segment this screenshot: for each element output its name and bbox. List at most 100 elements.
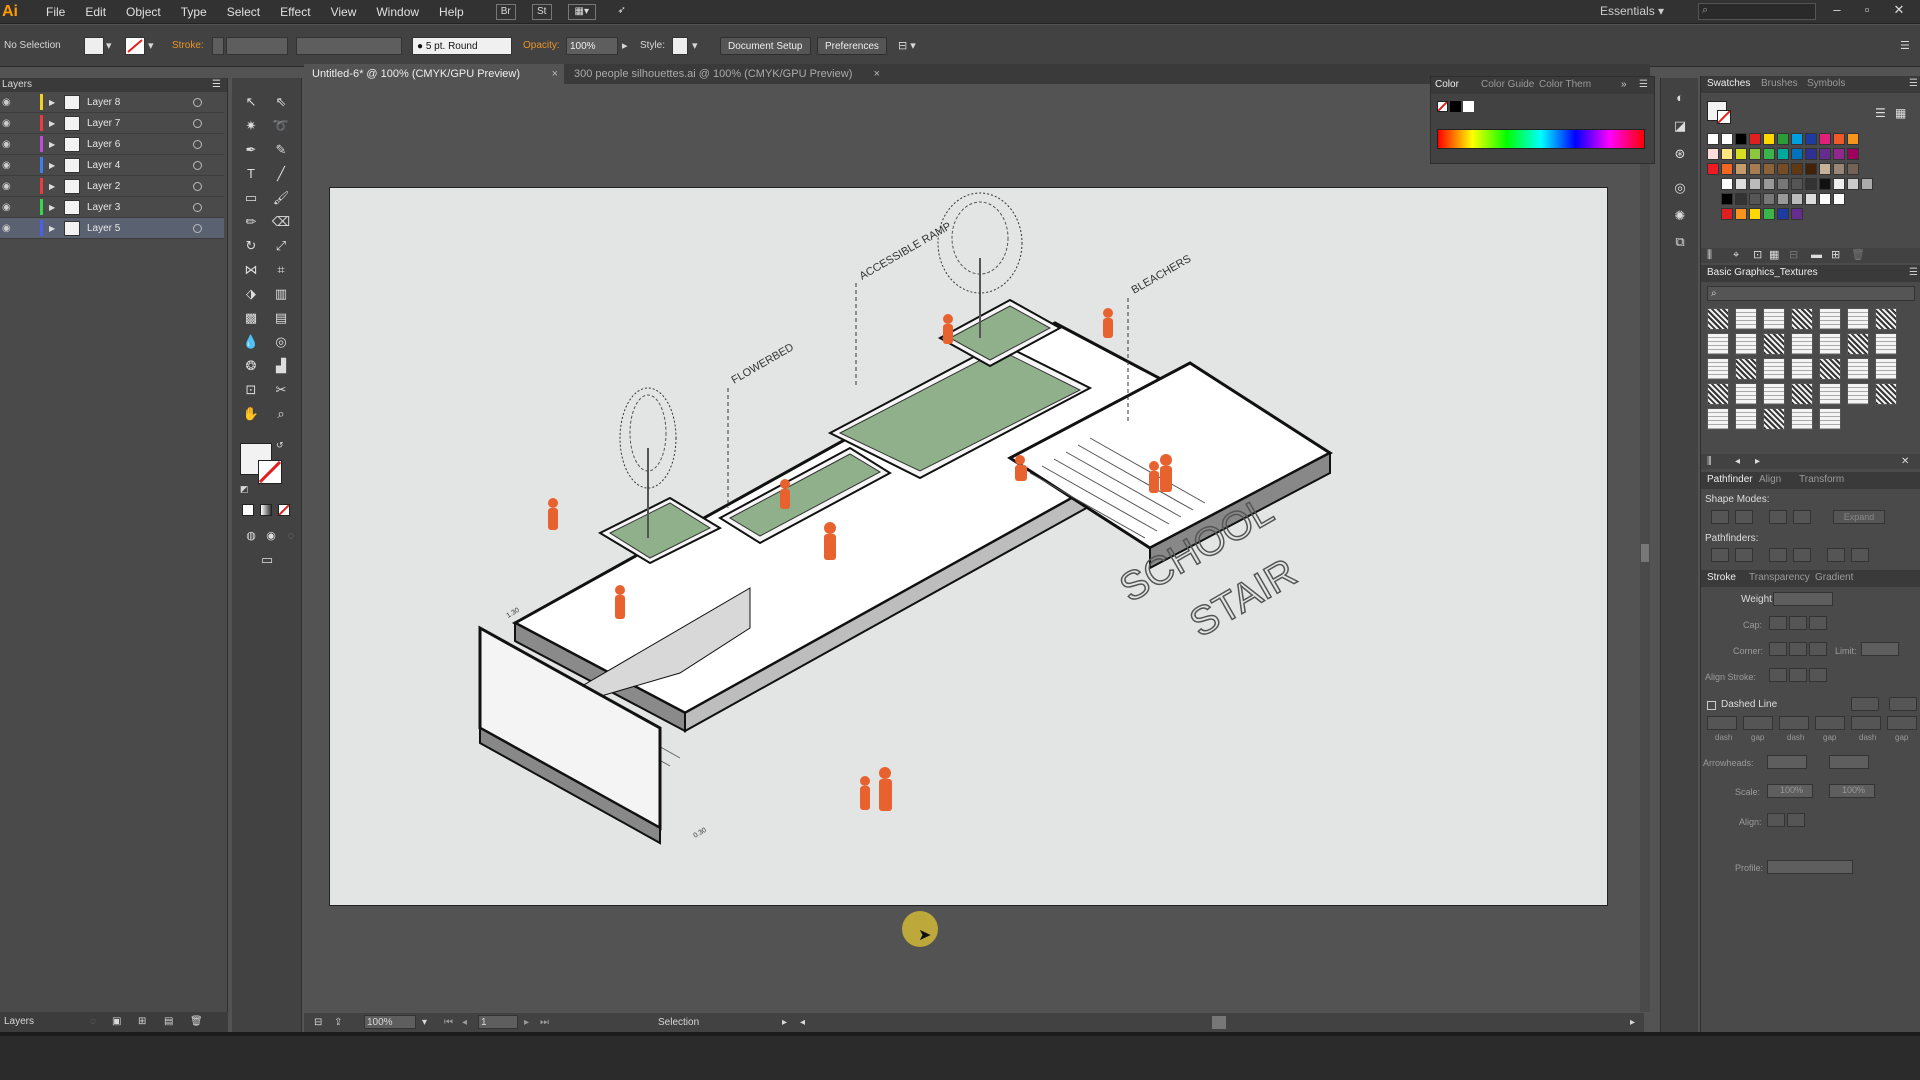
label-bleachers[interactable]: BLEACHERS [1130, 253, 1194, 297]
layer-row[interactable]: ◉ ▶ Layer 2 [0, 176, 224, 197]
locate-object-icon[interactable]: ◌ [90, 1012, 96, 1032]
delete-swatch-icon[interactable]: 🗑 [1851, 248, 1865, 263]
align-dashes-button[interactable] [1889, 697, 1917, 711]
control-menu-icon[interactable]: ☰ [1900, 37, 1910, 55]
prev-library-icon[interactable]: ◂ [1735, 454, 1740, 469]
layer-name[interactable]: Layer 5 [87, 218, 120, 239]
color-swatch[interactable] [1777, 163, 1789, 175]
expand-triangle-icon[interactable]: ▶ [49, 218, 55, 239]
color-swatch[interactable] [1833, 133, 1845, 145]
menu-select[interactable]: Select [217, 5, 270, 19]
tab-pathfinder[interactable]: Pathfinder [1707, 474, 1753, 485]
expand-triangle-icon[interactable]: ▶ [49, 92, 55, 113]
color-swatch[interactable] [1735, 148, 1747, 160]
bridge-button[interactable]: Br [495, 3, 516, 20]
scroll-right-icon[interactable]: ▸ [1630, 1013, 1635, 1032]
color-swatch[interactable] [1763, 163, 1775, 175]
layer-target-icon[interactable] [193, 98, 202, 107]
gradient-tool-icon[interactable]: ▤ [270, 308, 292, 328]
scroll-left-icon[interactable]: ◂ [800, 1013, 805, 1032]
menu-effect[interactable]: Effect [270, 5, 320, 19]
tab-transparency[interactable]: Transparency [1749, 572, 1810, 583]
texture-swatch[interactable] [1735, 358, 1757, 380]
color-swatch[interactable] [1749, 178, 1761, 190]
curvature-tool-icon[interactable]: ✎ [270, 140, 292, 160]
width-profile-select[interactable] [1767, 860, 1853, 874]
layer-row[interactable]: ◉ ▶ Layer 5 [0, 218, 224, 239]
color-swatch[interactable] [1707, 163, 1719, 175]
texture-swatch[interactable] [1735, 333, 1757, 355]
color-swatch[interactable] [1805, 163, 1817, 175]
texture-swatch[interactable] [1763, 308, 1785, 330]
texture-swatch[interactable] [1819, 383, 1841, 405]
prev-artboard-icon[interactable]: ◂ [462, 1013, 467, 1032]
expand-triangle-icon[interactable]: ▶ [49, 134, 55, 155]
visibility-eye-icon[interactable]: ◉ [2, 155, 11, 176]
texture-swatch[interactable] [1847, 383, 1869, 405]
layer-target-icon[interactable] [193, 182, 202, 191]
person-silhouette[interactable] [1149, 461, 1159, 493]
color-swatch[interactable] [1749, 208, 1761, 220]
texture-swatch[interactable] [1791, 308, 1813, 330]
preferences-button[interactable]: Preferences [817, 37, 887, 55]
blend-tool-icon[interactable]: ◎ [270, 332, 292, 352]
color-spectrum-bar[interactable] [1437, 129, 1645, 149]
color-swatch[interactable] [1721, 193, 1733, 205]
appearance-icon[interactable]: ◎ [1669, 178, 1691, 198]
color-swatch[interactable] [1847, 178, 1859, 190]
new-swatch-icon[interactable]: ⊞ [1831, 248, 1840, 263]
library-menu-icon[interactable]: ☰ [1909, 267, 1918, 278]
color-swatch[interactable] [1847, 133, 1859, 145]
round-cap-button[interactable] [1789, 616, 1807, 630]
color-swatch[interactable] [1805, 193, 1817, 205]
share-icon[interactable]: ⇪ [334, 1013, 342, 1032]
texture-swatch[interactable] [1763, 358, 1785, 380]
person-silhouette[interactable] [548, 498, 558, 530]
texture-swatch[interactable] [1791, 408, 1813, 430]
texture-swatch[interactable] [1875, 333, 1897, 355]
color-swatch[interactable] [1805, 133, 1817, 145]
color-swatch[interactable] [1819, 148, 1831, 160]
color-swatch[interactable] [1735, 133, 1747, 145]
make-clipping-mask-icon[interactable]: ▣ [112, 1012, 121, 1032]
close-tab-icon[interactable]: × [874, 64, 880, 84]
stroke-weight-input[interactable] [1773, 592, 1833, 606]
color-swatch[interactable] [1805, 148, 1817, 160]
texture-swatch[interactable] [1875, 383, 1897, 405]
texture-swatch[interactable] [1707, 408, 1729, 430]
horizontal-scroll-thumb[interactable] [1212, 1016, 1226, 1029]
layer-name[interactable]: Layer 2 [87, 176, 120, 197]
color-guide-icon[interactable]: ◪ [1669, 116, 1691, 136]
texture-swatch[interactable] [1819, 333, 1841, 355]
default-fill-stroke-icon[interactable]: ◩ [240, 484, 249, 495]
arrange-documents-icon[interactable]: ▦▾ [567, 3, 596, 20]
tab-color-themes[interactable]: Color Them [1539, 79, 1591, 90]
texture-swatch[interactable] [1707, 383, 1729, 405]
swap-fill-stroke-icon[interactable]: ↺ [276, 440, 284, 451]
menu-help[interactable]: Help [429, 5, 474, 19]
active-stroke-swatch[interactable] [1717, 110, 1731, 124]
gap-field[interactable] [1743, 716, 1773, 730]
layer-row[interactable]: ◉ ▶ Layer 3 [0, 197, 224, 218]
person-silhouette[interactable] [879, 767, 892, 811]
color-swatch[interactable] [1847, 163, 1859, 175]
minus-front-button[interactable] [1735, 510, 1753, 524]
expand-triangle-icon[interactable]: ▶ [49, 113, 55, 134]
color-swatch[interactable] [1791, 148, 1803, 160]
vertical-scroll-thumb[interactable] [1641, 544, 1649, 562]
color-swatch[interactable] [1749, 133, 1761, 145]
person-silhouette[interactable] [943, 314, 953, 344]
style-dropdown-icon[interactable]: ▾ [692, 37, 698, 55]
layer-target-icon[interactable] [193, 224, 202, 233]
end-scale-input[interactable]: 100% [1829, 784, 1875, 798]
graphic-style-swatch[interactable] [672, 37, 688, 55]
expand-triangle-icon[interactable]: ▶ [49, 197, 55, 218]
merge-button[interactable] [1769, 548, 1787, 562]
maximize-icon[interactable]: ▫ [1856, 2, 1878, 20]
variable-width-field[interactable] [296, 37, 402, 55]
person-silhouette[interactable] [824, 522, 836, 560]
last-artboard-icon[interactable]: ⏭ [540, 1013, 549, 1032]
stroke-swatch[interactable] [125, 37, 145, 55]
layer-name[interactable]: Layer 7 [87, 113, 120, 134]
color-swatch[interactable] [1735, 178, 1747, 190]
